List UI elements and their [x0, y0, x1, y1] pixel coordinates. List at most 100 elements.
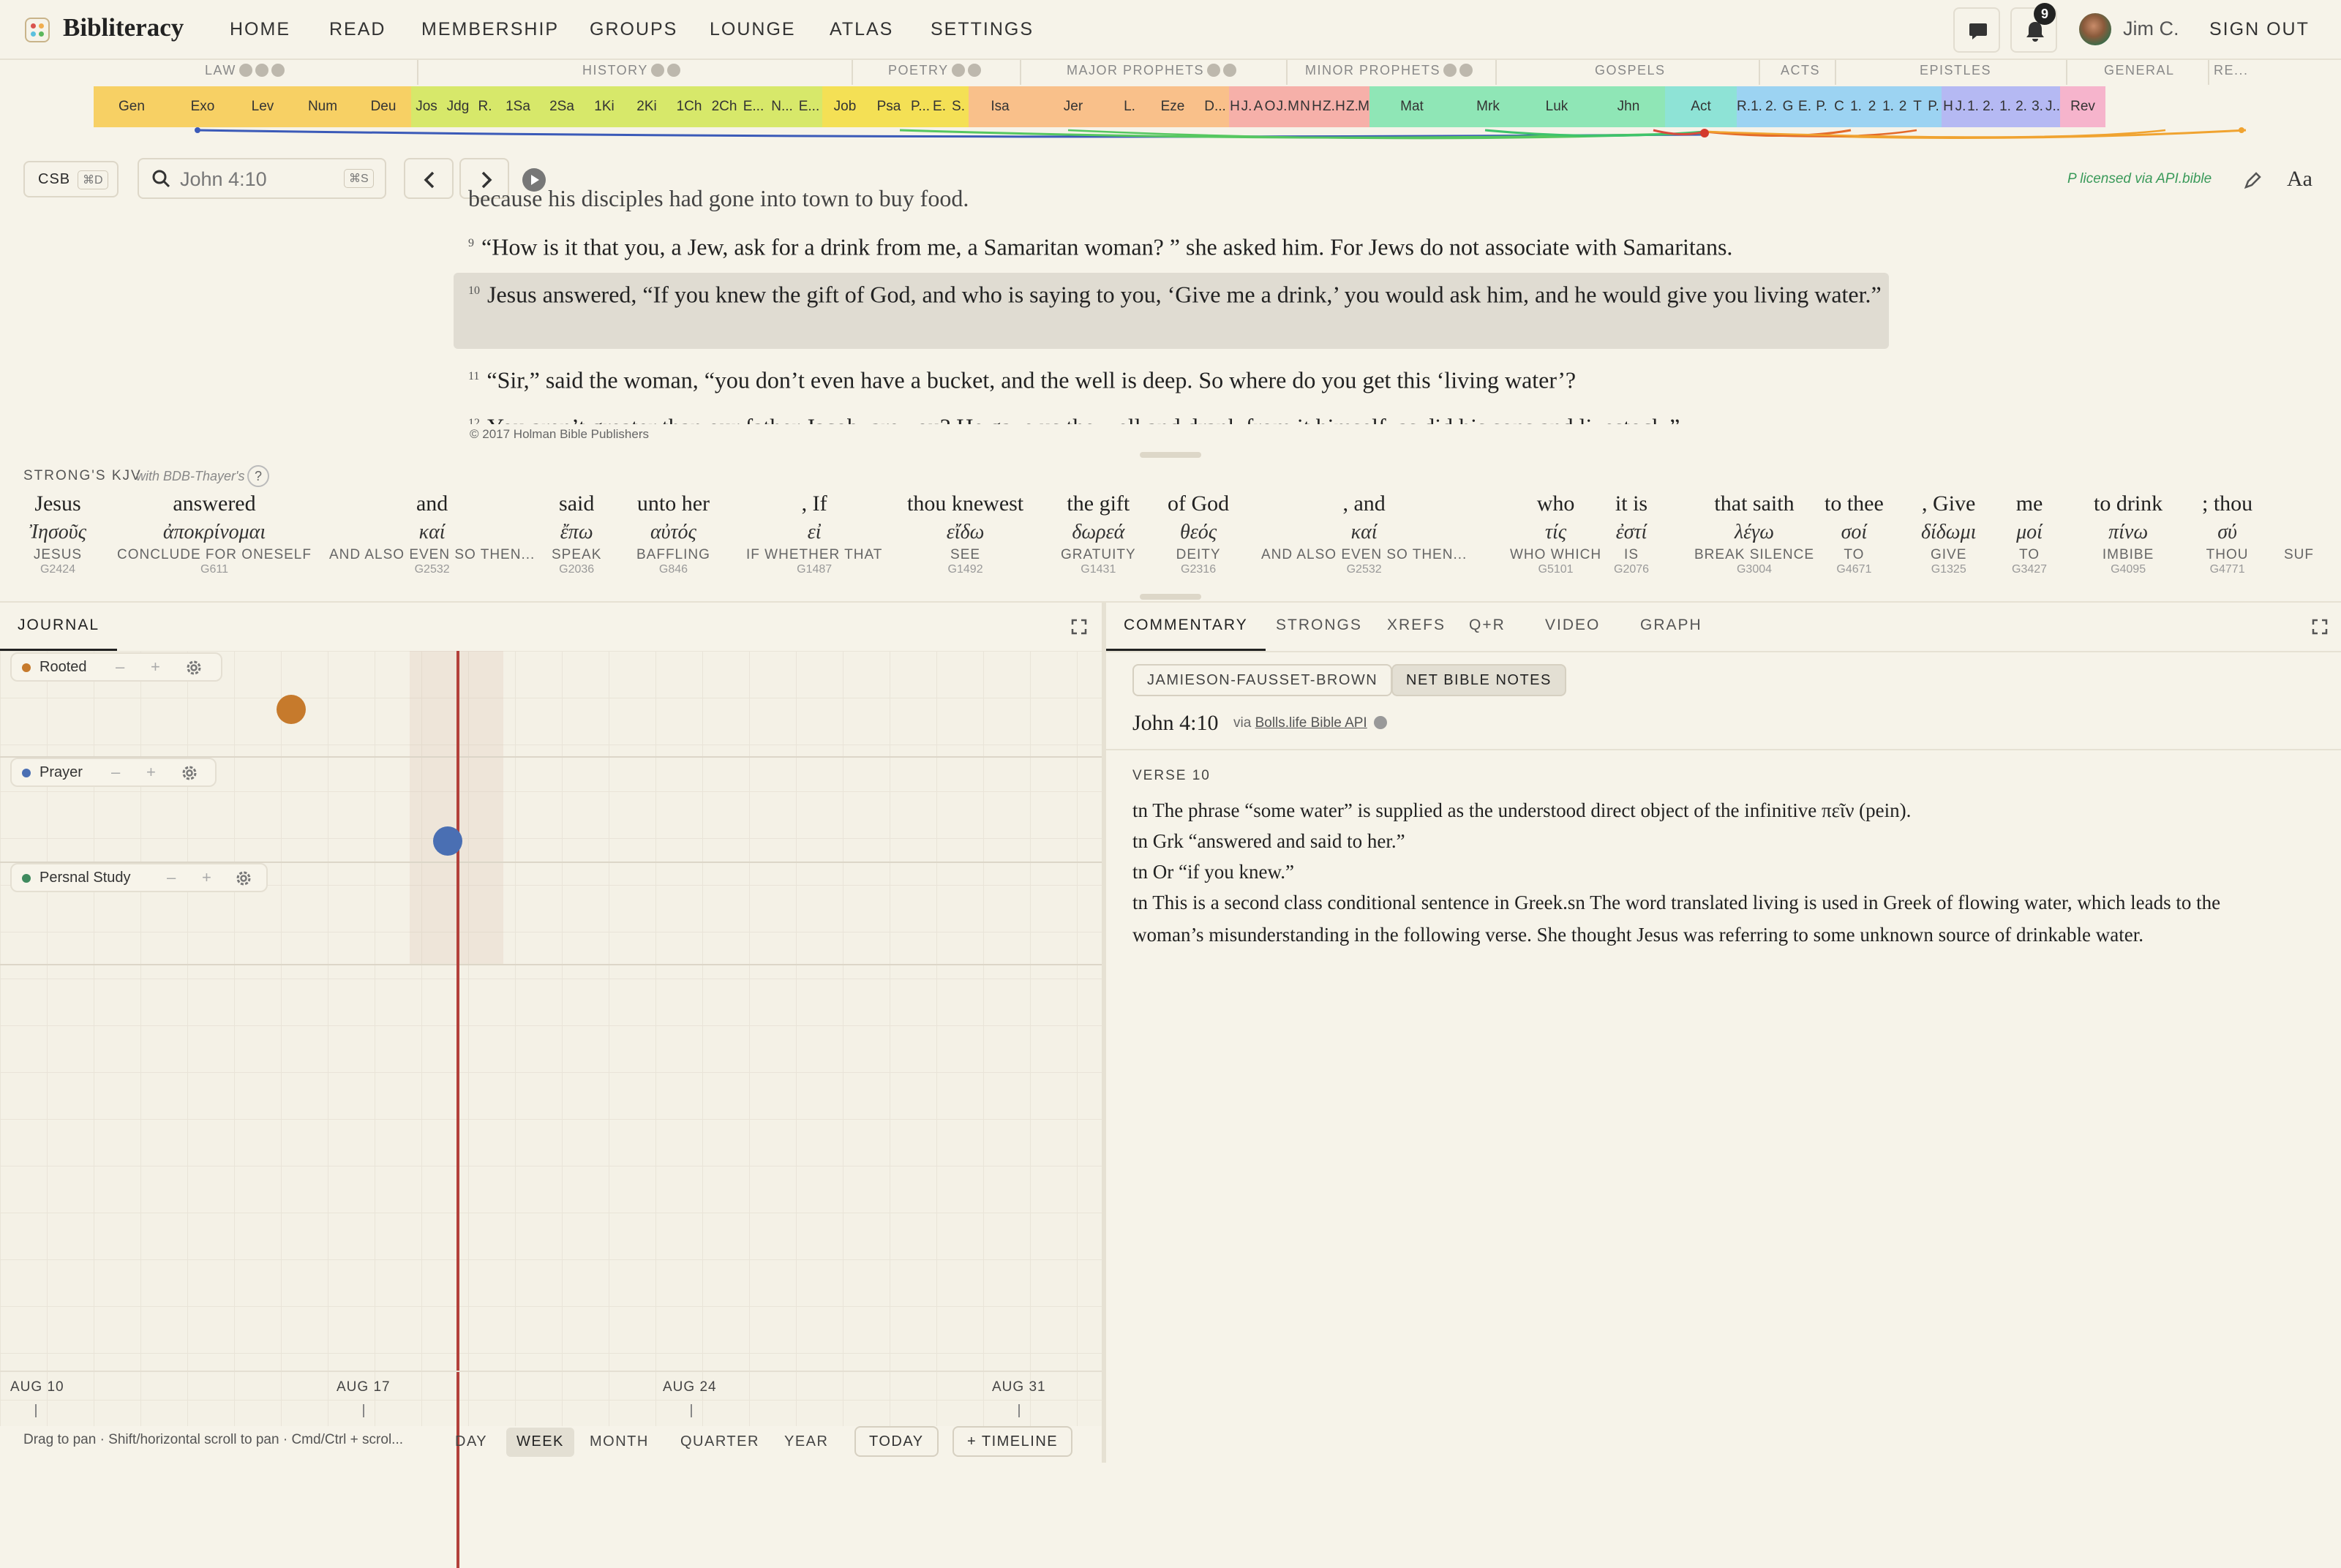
- sign-out-link[interactable]: SIGN OUT: [2209, 19, 2310, 40]
- reference-search[interactable]: ⌘S: [138, 158, 386, 199]
- source-net-notes-button[interactable]: NET BIBLE NOTES: [1391, 664, 1566, 696]
- play-icon[interactable]: [1207, 64, 1221, 77]
- nav-home[interactable]: HOME: [230, 19, 290, 40]
- logo-icon[interactable]: [25, 18, 50, 42]
- book-r[interactable]: R.: [474, 86, 496, 127]
- book-num[interactable]: Num: [290, 86, 356, 127]
- zoom-week-button[interactable]: WEEK: [506, 1428, 574, 1457]
- strongs-word[interactable]: to thee σοί TO G4671: [1825, 491, 1884, 576]
- strongs-word[interactable]: Jesus Ἰησοῦς JESUS G2424: [29, 491, 86, 576]
- tab-video[interactable]: VIDEO: [1545, 603, 1600, 651]
- tab-strongs[interactable]: STRONGS: [1276, 603, 1362, 651]
- nav-read[interactable]: READ: [329, 19, 386, 40]
- book-o[interactable]: O: [1264, 86, 1276, 127]
- book-h[interactable]: H: [1229, 86, 1241, 127]
- book-n[interactable]: N...: [768, 86, 796, 127]
- strongs-word[interactable]: said ἔπω SPEAK G2036: [552, 491, 601, 576]
- group-gospels[interactable]: GOSPELS: [1595, 63, 1666, 78]
- help-icon[interactable]: ?: [247, 465, 269, 487]
- verse-partial[interactable]: because his disciples had gone into town…: [468, 183, 1902, 218]
- chat-button[interactable]: [1953, 7, 2000, 53]
- verse-12[interactable]: 12 You aren’t greater than our father Jac…: [468, 404, 1902, 424]
- habit-plus-button[interactable]: +: [146, 759, 156, 785]
- tab-commentary[interactable]: COMMENTARY: [1106, 603, 1266, 651]
- license-link[interactable]: P licensed via API.bible: [2067, 171, 2212, 187]
- nav-settings[interactable]: SETTINGS: [931, 19, 1034, 40]
- play-icon[interactable]: [238, 64, 252, 77]
- journal-entry-marker[interactable]: [433, 826, 462, 856]
- book-2[interactable]: 2.: [1763, 86, 1779, 127]
- book-z[interactable]: Z.: [1323, 86, 1334, 127]
- strongs-word[interactable]: unto her αὐτός BAFFLING G846: [636, 491, 710, 576]
- habit-plus-button[interactable]: +: [202, 864, 211, 891]
- group-poetry[interactable]: POETRY: [888, 63, 981, 78]
- book-m[interactable]: M: [1358, 86, 1369, 127]
- group-revelation[interactable]: RE...: [2214, 63, 2249, 78]
- book-rev[interactable]: Rev: [2060, 86, 2105, 127]
- book-1[interactable]: 1.: [1750, 86, 1763, 127]
- strongs-word[interactable]: ; thou σύ THOU G4771: [2202, 491, 2252, 576]
- habit-minus-button[interactable]: –: [116, 654, 124, 680]
- book-p[interactable]: P.: [1925, 86, 1942, 127]
- book-j[interactable]: J.: [1955, 86, 1966, 127]
- verse-9[interactable]: 9 “How is it that you, a Jew, ask for a d…: [468, 224, 1902, 267]
- book-job[interactable]: Job: [822, 86, 868, 127]
- today-button[interactable]: TODAY: [854, 1426, 939, 1457]
- nav-membership[interactable]: MEMBERSHIP: [421, 19, 559, 40]
- book-m[interactable]: M: [1288, 86, 1299, 127]
- book-1[interactable]: 1.: [1848, 86, 1864, 127]
- book-exo[interactable]: Exo: [170, 86, 236, 127]
- book-2ch[interactable]: 2Ch: [710, 86, 739, 127]
- strongs-word[interactable]: thou knewest εἴδω SEE G1492: [907, 491, 1023, 576]
- book-jdg[interactable]: Jdg: [442, 86, 474, 127]
- previous-chapter-button[interactable]: [404, 158, 454, 199]
- tab-journal[interactable]: JOURNAL: [0, 603, 118, 651]
- info-icon[interactable]: [1374, 716, 1387, 729]
- habit-persnal-study[interactable]: Persnal Study – +: [10, 863, 268, 892]
- strongs-word[interactable]: and καί AND ALSO EVEN SO THEN... G2532: [329, 491, 535, 576]
- book-d[interactable]: D...: [1201, 86, 1229, 127]
- book-psa[interactable]: Psa: [868, 86, 910, 127]
- book-2sa[interactable]: 2Sa: [540, 86, 584, 127]
- layers-icon[interactable]: [666, 64, 680, 77]
- book-e[interactable]: E.: [1797, 86, 1813, 127]
- book-h[interactable]: H: [1942, 86, 1955, 127]
- book-g[interactable]: G: [1779, 86, 1797, 127]
- book-1[interactable]: 1.: [1966, 86, 1980, 127]
- avatar[interactable]: [2079, 13, 2111, 45]
- gear-icon[interactable]: [234, 869, 253, 888]
- strongs-word[interactable]: it is ἐστί IS G2076: [1614, 491, 1649, 576]
- font-settings-button[interactable]: Aa: [2287, 167, 2312, 192]
- book-1[interactable]: 1.: [1880, 86, 1896, 127]
- tab-xrefs[interactable]: XREFS: [1387, 603, 1446, 651]
- book-h[interactable]: H: [1334, 86, 1346, 127]
- api-link[interactable]: Bolls.life Bible API: [1255, 715, 1367, 731]
- book-2[interactable]: 2: [1864, 86, 1880, 127]
- info-icon[interactable]: [271, 64, 285, 77]
- strongs-word[interactable]: me μοί TO G3427: [2012, 491, 2047, 576]
- book-2[interactable]: 2.: [2013, 86, 2029, 127]
- book-p[interactable]: P...: [910, 86, 931, 127]
- habit-rooted[interactable]: Rooted – +: [10, 652, 222, 682]
- source-jfb-button[interactable]: JAMIESON-FAUSSET-BROWN: [1132, 664, 1393, 696]
- group-general[interactable]: GENERAL: [2104, 63, 2175, 78]
- book-s[interactable]: S.: [948, 86, 969, 127]
- book-p[interactable]: P.: [1813, 86, 1830, 127]
- strongs-word[interactable]: , Give δίδωμι GIVE G1325: [1921, 491, 1976, 576]
- strongs-word[interactable]: SUF: [2284, 491, 2314, 563]
- book-jhn[interactable]: Jhn: [1592, 86, 1665, 127]
- user-name[interactable]: Jim C.: [2123, 18, 2179, 40]
- verse-10-selected[interactable]: 10 Jesus answered, “If you knew the gift …: [468, 271, 1902, 314]
- book-deu[interactable]: Deu: [356, 86, 411, 127]
- expand-icon[interactable]: [1071, 619, 1087, 635]
- group-law[interactable]: LAW: [205, 63, 285, 78]
- book-e[interactable]: E.: [931, 86, 948, 127]
- add-timeline-button[interactable]: + TIMELINE: [952, 1426, 1073, 1457]
- book-1sa[interactable]: 1Sa: [496, 86, 540, 127]
- book-r[interactable]: R.: [1737, 86, 1750, 127]
- book-isa[interactable]: Isa: [969, 86, 1032, 127]
- verse-11[interactable]: 11 “Sir,” said the woman, “you don’t even…: [468, 357, 1902, 400]
- strongs-word[interactable]: of God θεός DEITY G2316: [1168, 491, 1229, 576]
- book-j[interactable]: J.: [1241, 86, 1252, 127]
- zoom-month-button[interactable]: MONTH: [579, 1428, 659, 1457]
